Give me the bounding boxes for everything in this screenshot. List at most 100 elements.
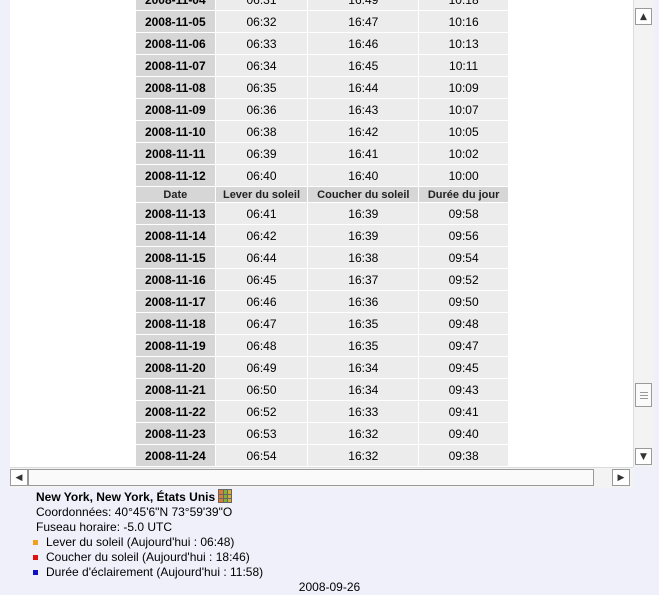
table-row: 2008-11-16 06:45 16:37 09:52 bbox=[135, 268, 509, 291]
date-cell: 2008-11-21 bbox=[135, 378, 216, 401]
timezone: Fuseau horaire: -5.0 UTC bbox=[36, 520, 173, 534]
sunset-cell: 16:34 bbox=[307, 378, 420, 401]
duration-cell: 10:00 bbox=[418, 164, 509, 187]
date-cell: 2008-11-23 bbox=[135, 422, 216, 445]
sunrise-cell: 06:50 bbox=[214, 378, 309, 401]
sunset-swatch bbox=[33, 555, 38, 561]
duration-cell: 10:13 bbox=[418, 32, 509, 55]
legend-label: Coucher du soleil (Aujourd'hui : 18:46) bbox=[46, 550, 250, 564]
sunrise-cell: 06:42 bbox=[214, 224, 309, 247]
table-row: 2008-11-14 06:42 16:39 09:56 bbox=[135, 224, 509, 247]
sunset-cell: 16:46 bbox=[307, 32, 420, 55]
sunrise-cell: 06:54 bbox=[214, 444, 309, 467]
grip-line bbox=[640, 395, 648, 396]
table-row: 2008-11-08 06:35 16:44 10:09 bbox=[135, 76, 509, 99]
vertical-scroll-thumb[interactable] bbox=[635, 383, 652, 407]
sunset-cell: 16:33 bbox=[307, 400, 420, 423]
table-row: 2008-11-09 06:36 16:43 10:07 bbox=[135, 98, 509, 121]
vertical-scrollbar[interactable]: ▲ ▼ bbox=[633, 0, 654, 467]
sunrise-cell: 06:32 bbox=[214, 10, 309, 33]
sun-table-viewport: 2008-11-0406:3116:4910:182008-11-0506:32… bbox=[10, 0, 633, 467]
sunset-cell: 16:32 bbox=[307, 444, 420, 467]
date-cell: 2008-11-04 bbox=[135, 0, 216, 11]
duration-cell: 10:02 bbox=[418, 142, 509, 165]
duration-cell: 10:09 bbox=[418, 76, 509, 99]
duration-cell: 09:41 bbox=[418, 400, 509, 423]
date-cell: 2008-11-16 bbox=[135, 268, 216, 291]
legend-sunrise: Lever du soleil (Aujourd'hui : 06:48) bbox=[33, 535, 234, 549]
sunset-cell: 16:44 bbox=[307, 76, 420, 99]
sunrise-cell: 06:36 bbox=[214, 98, 309, 121]
duration-cell: 09:38 bbox=[418, 444, 509, 467]
sunrise-cell: 06:38 bbox=[214, 120, 309, 143]
date-cell: 2008-11-12 bbox=[135, 164, 216, 187]
location-info: New York, New York, États Unis Coordonné… bbox=[36, 489, 233, 535]
column-header: Lever du soleil bbox=[214, 186, 309, 203]
scroll-down-icon[interactable]: ▼ bbox=[635, 448, 652, 465]
duration-cell: 09:52 bbox=[418, 268, 509, 291]
sunset-cell: 16:47 bbox=[307, 10, 420, 33]
scroll-up-icon[interactable]: ▲ bbox=[635, 8, 652, 25]
sunrise-cell: 06:40 bbox=[214, 164, 309, 187]
sunset-cell: 16:43 bbox=[307, 98, 420, 121]
sun-times-table: 2008-11-0406:3116:4910:182008-11-0506:32… bbox=[135, 0, 509, 467]
date-cell: 2008-11-22 bbox=[135, 400, 216, 423]
date-cell: 2008-11-17 bbox=[135, 290, 216, 313]
table-row: 2008-11-12 06:40 16:40 10:00 bbox=[135, 164, 509, 187]
sunset-cell: 16:37 bbox=[307, 268, 420, 291]
duration-cell: 09:58 bbox=[418, 202, 509, 225]
sunset-cell: 16:39 bbox=[307, 202, 420, 225]
duration-cell: 10:11 bbox=[418, 54, 509, 77]
table-row: 2008-11-24 06:54 16:32 09:38 bbox=[135, 444, 509, 467]
scroll-left-icon[interactable]: ◀ bbox=[10, 469, 28, 486]
sunrise-cell: 06:47 bbox=[214, 312, 309, 335]
table-row: 2008-11-06 06:33 16:46 10:13 bbox=[135, 32, 509, 55]
duration-cell: 09:56 bbox=[418, 224, 509, 247]
date-cell: 2008-11-24 bbox=[135, 444, 216, 467]
date-cell: 2008-11-07 bbox=[135, 54, 216, 77]
date-cell: 2008-11-20 bbox=[135, 356, 216, 379]
scroll-right-icon[interactable]: ▶ bbox=[612, 469, 630, 486]
date-cell: 2008-11-05 bbox=[135, 10, 216, 33]
table-row: 2008-11-19 06:48 16:35 09:47 bbox=[135, 334, 509, 357]
duration-cell: 09:54 bbox=[418, 246, 509, 269]
column-header: Durée du jour bbox=[418, 186, 509, 203]
table-row: 2008-11-07 06:34 16:45 10:11 bbox=[135, 54, 509, 77]
table-row: 2008-11-15 06:44 16:38 09:54 bbox=[135, 246, 509, 269]
sunset-cell: 16:41 bbox=[307, 142, 420, 165]
legend-label: Durée d'éclairement (Aujourd'hui : 11:58… bbox=[46, 565, 264, 579]
date-cell: 2008-11-18 bbox=[135, 312, 216, 335]
sunrise-cell: 06:39 bbox=[214, 142, 309, 165]
grid-map-icon[interactable] bbox=[218, 489, 233, 503]
table-row: 2008-11-21 06:50 16:34 09:43 bbox=[135, 378, 509, 401]
sunrise-cell: 06:49 bbox=[214, 356, 309, 379]
duration-cell: 09:40 bbox=[418, 422, 509, 445]
horizontal-scroll-thumb[interactable] bbox=[28, 469, 594, 486]
column-header: Date bbox=[135, 186, 216, 203]
horizontal-scrollbar[interactable]: ◀ ▶ bbox=[10, 467, 633, 488]
column-header: Coucher du soleil bbox=[307, 186, 420, 203]
table-row: 2008-11-10 06:38 16:42 10:05 bbox=[135, 120, 509, 143]
table-row: 2008-11-22 06:52 16:33 09:41 bbox=[135, 400, 509, 423]
table-row: 2008-11-18 06:47 16:35 09:48 bbox=[135, 312, 509, 335]
date-cell: 2008-11-11 bbox=[135, 142, 216, 165]
sunset-cell: 16:42 bbox=[307, 120, 420, 143]
date-cell: 2008-11-15 bbox=[135, 246, 216, 269]
sun-table-wrapper: 2008-11-0406:3116:4910:182008-11-0506:32… bbox=[135, 0, 509, 467]
date-cell: 2008-11-13 bbox=[135, 202, 216, 225]
page-date: 2008-09-26 bbox=[298, 580, 361, 594]
sunset-cell: 16:35 bbox=[307, 334, 420, 357]
sunrise-cell: 06:44 bbox=[214, 246, 309, 269]
sunset-cell: 16:32 bbox=[307, 422, 420, 445]
legend-label: Lever du soleil (Aujourd'hui : 06:48) bbox=[46, 535, 235, 549]
date-cell: 2008-11-09 bbox=[135, 98, 216, 121]
date-cell: 2008-11-06 bbox=[135, 32, 216, 55]
sunset-cell: 16:40 bbox=[307, 164, 420, 187]
grip-line bbox=[640, 398, 648, 399]
duration-cell: 09:48 bbox=[418, 312, 509, 335]
sunrise-cell: 06:52 bbox=[214, 400, 309, 423]
daylight-swatch bbox=[33, 570, 38, 576]
grip-line bbox=[640, 392, 648, 393]
sunset-cell: 16:39 bbox=[307, 224, 420, 247]
legend-daylight: Durée d'éclairement (Aujourd'hui : 11:58… bbox=[33, 565, 263, 579]
